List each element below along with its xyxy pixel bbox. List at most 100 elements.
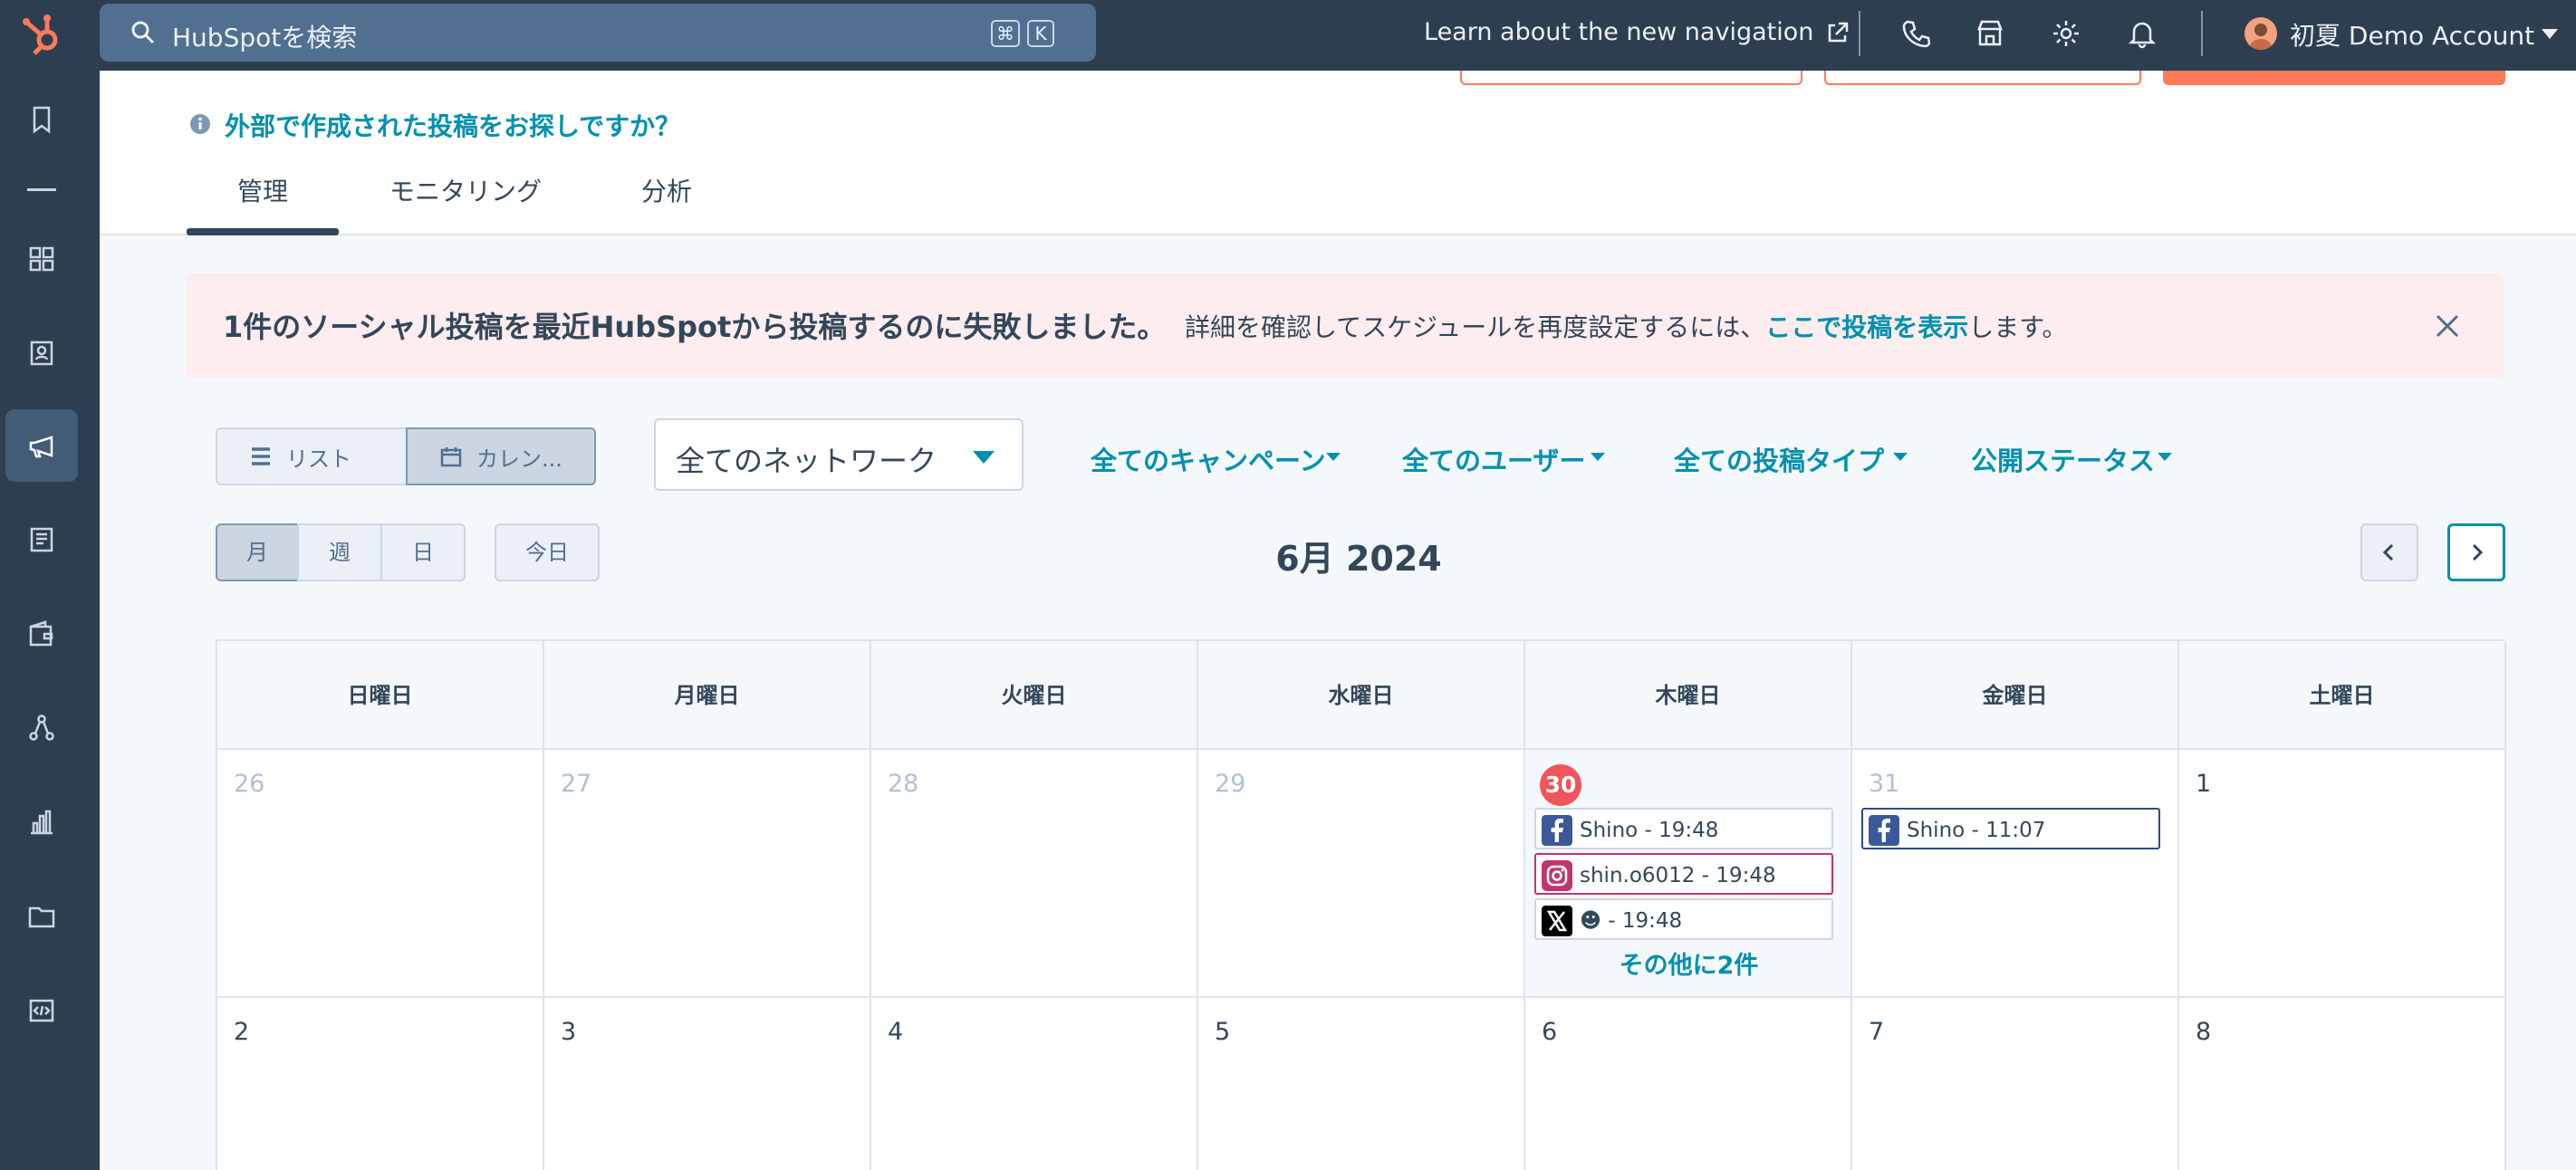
- bookmarks-nav[interactable]: [5, 83, 78, 156]
- sidebar-divider: [27, 188, 56, 191]
- workflow-icon: [29, 714, 54, 741]
- day-number: 8: [2196, 1018, 2212, 1046]
- month-view-button[interactable]: 月: [216, 523, 299, 581]
- notifications-bell-icon[interactable]: [2127, 18, 2158, 49]
- day-number: 4: [888, 1018, 904, 1046]
- reporting-nav[interactable]: [5, 786, 78, 858]
- next-month-button[interactable]: [2447, 523, 2505, 581]
- calendar-view-label: カレン...: [476, 446, 562, 472]
- chevron-down-icon[interactable]: [2542, 29, 2558, 39]
- wallet-icon: [29, 620, 53, 647]
- network-dropdown[interactable]: 全てのネットワーク: [654, 418, 1024, 491]
- caret-down-icon[interactable]: [2158, 453, 2172, 461]
- caret-down-icon[interactable]: [1893, 453, 1908, 461]
- external-posts-link[interactable]: 外部で作成された投稿をお探しですか？: [225, 107, 680, 143]
- page-header: 外部で作成された投稿をお探しですか？ 管理 モニタリング 分析: [100, 71, 2576, 235]
- shortcut-cmd-key: ⌘: [991, 20, 1020, 47]
- create-post-button[interactable]: [2163, 71, 2505, 85]
- weekday-header: 日曜日: [217, 641, 544, 750]
- tab-analytics[interactable]: 分析: [641, 172, 692, 208]
- previous-month-button[interactable]: [2360, 523, 2418, 581]
- header-action-button[interactable]: [1460, 71, 1802, 85]
- hubspot-logo-icon[interactable]: [20, 11, 67, 58]
- scheduled-post-facebook[interactable]: Shino - 11:07: [1861, 808, 2160, 849]
- development-nav[interactable]: [5, 974, 78, 1047]
- global-search-input[interactable]: HubSpotを検索 ⌘ K: [100, 4, 1096, 62]
- learn-new-navigation-link[interactable]: Learn about the new navigation: [1424, 18, 1850, 46]
- external-link-icon: [1829, 22, 1849, 42]
- calendar-month-title: 6月 2024: [1275, 539, 1442, 579]
- facebook-icon: [1542, 815, 1572, 846]
- day-number: 28: [888, 770, 919, 798]
- phone-icon[interactable]: [1900, 18, 1931, 49]
- close-icon[interactable]: [2433, 312, 2462, 340]
- code-icon: [29, 999, 54, 1022]
- marketing-nav[interactable]: [5, 409, 78, 482]
- campaign-filter[interactable]: 全てのキャンペーン: [1091, 440, 1326, 478]
- month-calendar-grid: 日曜日 月曜日 火曜日 水曜日 木曜日 金曜日 土曜日 26 27 28 29 …: [216, 639, 2506, 1170]
- calendar-day-cell[interactable]: 28: [871, 750, 1198, 998]
- settings-gear-icon[interactable]: [2051, 18, 2081, 49]
- calendar-day-cell[interactable]: 1: [2179, 750, 2506, 998]
- day-number: 27: [561, 770, 592, 798]
- calendar-day-cell[interactable]: 2: [217, 998, 544, 1170]
- list-view-button[interactable]: リスト: [216, 427, 408, 485]
- chevron-right-icon: [2472, 543, 2484, 561]
- post-type-filter[interactable]: 全ての投稿タイプ: [1674, 440, 1884, 478]
- scheduled-post-instagram[interactable]: shin.o6012 - 19:48: [1534, 853, 1833, 895]
- calendar-day-cell[interactable]: 31 Shino - 11:07: [1852, 750, 2179, 998]
- publish-status-filter[interactable]: 公開ステータス: [1971, 440, 2155, 478]
- calendar-day-cell[interactable]: 5: [1198, 998, 1525, 1170]
- weekday-header: 水曜日: [1198, 641, 1525, 750]
- day-view-button[interactable]: 日: [380, 523, 466, 581]
- crm-nav[interactable]: [5, 317, 78, 389]
- tab-manage[interactable]: 管理: [237, 172, 288, 208]
- caret-down-icon[interactable]: [1591, 453, 1605, 461]
- active-tab-indicator: [187, 228, 339, 235]
- tab-monitoring[interactable]: モニタリング: [389, 172, 542, 208]
- today-button[interactable]: 今日: [495, 523, 600, 581]
- user-avatar[interactable]: [2244, 17, 2277, 50]
- day-number: 26: [234, 770, 265, 798]
- day-number: 31: [1869, 770, 1900, 798]
- account-menu[interactable]: 初夏 Demo Account: [2290, 16, 2534, 53]
- megaphone-icon: [29, 436, 53, 458]
- show-more-posts-link[interactable]: その他に2件: [1525, 945, 1852, 981]
- caret-down-icon[interactable]: [1326, 453, 1341, 461]
- calendar-day-cell-today[interactable]: 30 Shino - 19:48 shin.o6012 - 19:48 ☻ - …: [1525, 750, 1852, 998]
- content-nav[interactable]: [5, 503, 78, 576]
- weekday-header: 金曜日: [1852, 641, 2179, 750]
- calendar-day-cell[interactable]: 29: [1198, 750, 1525, 998]
- calendar-day-cell[interactable]: 8: [2179, 998, 2506, 1170]
- library-nav[interactable]: [5, 880, 78, 953]
- view-posts-link[interactable]: ここで投稿を表示: [1765, 312, 1968, 342]
- calendar-day-cell[interactable]: 6: [1525, 998, 1852, 1170]
- top-navigation-bar: HubSpotを検索 ⌘ K Learn about the new navig…: [0, 0, 2576, 71]
- scheduled-post-facebook[interactable]: Shino - 19:48: [1534, 808, 1833, 849]
- list-view-label: リスト: [286, 446, 351, 472]
- automation-nav[interactable]: [5, 692, 78, 764]
- search-placeholder: HubSpotを検索: [172, 23, 358, 53]
- calendar-day-cell[interactable]: 26: [217, 750, 544, 998]
- day-number: 3: [561, 1018, 577, 1046]
- week-view-button[interactable]: 週: [297, 523, 382, 581]
- commerce-nav[interactable]: [5, 598, 78, 670]
- user-filter[interactable]: 全てのユーザー: [1402, 440, 1585, 478]
- calendar-view-button[interactable]: カレン...: [406, 427, 596, 485]
- calendar-day-cell[interactable]: 7: [1852, 998, 2179, 1170]
- workspaces-nav[interactable]: [5, 223, 78, 295]
- scheduled-post-x[interactable]: ☻ - 19:48: [1534, 898, 1833, 940]
- calendar-day-cell[interactable]: 27: [544, 750, 871, 998]
- alert-desc-before: 詳細を確認してスケジュールを再度設定するには、: [1185, 312, 1766, 342]
- post-label: shin.o6012 - 19:48: [1580, 864, 1776, 887]
- calendar-day-cell[interactable]: 4: [871, 998, 1198, 1170]
- day-number: 29: [1215, 770, 1246, 798]
- calendar-day-cell[interactable]: 3: [544, 998, 871, 1170]
- header-action-button[interactable]: [1824, 71, 2141, 85]
- post-label: Shino - 19:48: [1580, 819, 1719, 842]
- post-label: ☻ - 19:48: [1580, 909, 1683, 933]
- left-sidebar: [0, 71, 100, 1170]
- marketplace-icon[interactable]: [1975, 18, 2005, 49]
- failed-post-alert: 1件のソーシャル投稿を最近HubSpotから投稿するのに失敗しました。 詳細を確…: [187, 273, 2504, 379]
- avatar-portrait-icon: [2250, 24, 2272, 50]
